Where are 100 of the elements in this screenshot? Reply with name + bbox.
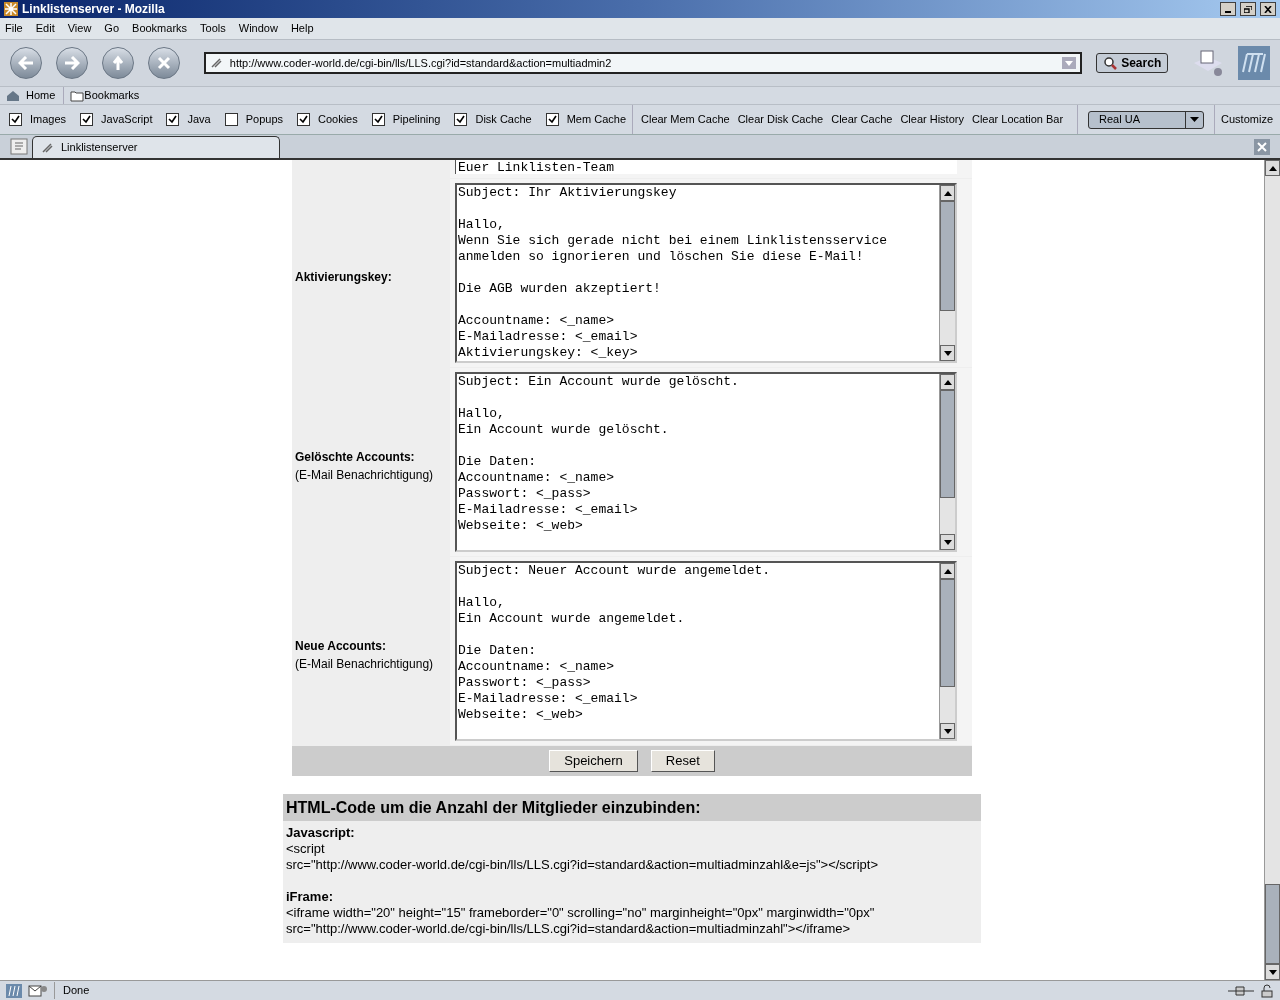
checkbox[interactable] xyxy=(545,113,559,126)
field-note: (E-Mail Benachrichtigung) xyxy=(295,467,435,484)
reset-button[interactable]: Reset xyxy=(650,750,715,772)
field-label: Gelöschte Accounts: xyxy=(295,449,416,466)
scroll-down-icon[interactable] xyxy=(943,728,952,734)
message-field[interactable]: Subject: Neuer Account wurde angemeldet. Hallo, Ein Account wurde angemeldet. Die Daten: Accountname: <_name> Passwort: <_pass> E-Mailadresse: <_email> Webseite: <_web> xyxy=(455,561,957,741)
page-icon xyxy=(209,57,222,69)
checkbox-label[interactable]: Popups xyxy=(245,111,283,128)
search-icon[interactable] xyxy=(1103,56,1118,70)
close-tab-icon[interactable] xyxy=(1254,139,1270,155)
field-label: Aktivierungskey: xyxy=(295,269,393,286)
browser-tab[interactable]: Linklistenserver xyxy=(32,136,280,158)
toolbar-button[interactable]: Clear Location Bar xyxy=(971,111,1064,128)
restore-button[interactable] xyxy=(1240,2,1256,16)
scroll-up-icon[interactable] xyxy=(943,379,952,385)
checkbox[interactable] xyxy=(454,113,468,126)
code-line: <iframe width="20" height="15" frameborder="0" scrolling="no" marginheight="0px" marginwidth="0px" xyxy=(286,905,876,921)
checkbox-label[interactable]: Pipelining xyxy=(392,111,441,128)
checkbox-label[interactable]: Mem Cache xyxy=(566,111,626,128)
scroll-up-icon[interactable] xyxy=(943,190,952,196)
customize-button[interactable]: Customize xyxy=(1221,111,1274,128)
section-header: HTML-Code um die Anzahl der Mitglieder einzubinden: xyxy=(283,794,981,821)
scroll-thumb[interactable] xyxy=(940,201,955,311)
checkbox-label[interactable]: Cookies xyxy=(318,111,358,128)
toolbar-button[interactable]: Clear Cache xyxy=(831,111,893,128)
code-heading: iFrame: xyxy=(286,889,334,905)
restore-icon[interactable] xyxy=(1244,5,1252,13)
home-icon[interactable] xyxy=(6,89,20,102)
search-button[interactable]: Search xyxy=(1096,53,1169,73)
code-line: src="http://www.coder-world.de/cgi-bin/lls/LLS.cgi?id=standard&action=multiadminzahl"></iframe> xyxy=(286,921,852,937)
home-link[interactable]: Home xyxy=(26,87,65,104)
checkbox[interactable] xyxy=(224,113,238,126)
checkbox[interactable] xyxy=(80,113,94,126)
scroll-up-icon[interactable] xyxy=(943,568,952,574)
forward-arrow-icon[interactable] xyxy=(63,56,80,70)
scroll-down-icon[interactable] xyxy=(943,350,952,356)
menu-item[interactable]: Go xyxy=(104,20,120,37)
lock-icon xyxy=(1260,983,1274,998)
field-note: (E-Mail Benachrichtigung) xyxy=(295,656,435,673)
checkbox-label[interactable]: JavaScript xyxy=(101,111,153,128)
checkbox[interactable] xyxy=(166,113,180,126)
close-button[interactable] xyxy=(1260,2,1276,16)
message-field[interactable]: Subject: Ihr Aktivierungskey Hallo, Wenn Sie sich gerade nicht bei einem Linklistensservice anmelden so ignorieren und löschen Sie diese E-Mail! Die AGB wurden akzeptiert! Accountname: <_name> E-Mailadresse: <_email> Aktivierungskey: <_key> xyxy=(455,183,957,363)
toolbar-button[interactable]: Clear Disk Cache xyxy=(737,111,824,128)
scroll-thumb[interactable] xyxy=(1265,884,1280,964)
menu-item[interactable]: View xyxy=(67,20,92,37)
address-text: http://www.coder-world.de/cgi-bin/lls/LLS.cgi?id=standard&action=multiadmin2 xyxy=(229,55,613,71)
menu-item[interactable]: Tools xyxy=(200,20,226,37)
connection-icon xyxy=(1228,984,1254,997)
close-icon[interactable] xyxy=(1264,5,1272,13)
printer-icon[interactable] xyxy=(1192,49,1225,77)
menu-item[interactable]: Edit xyxy=(35,20,55,37)
toolbar-button[interactable]: Clear History xyxy=(900,111,964,128)
minimize-button[interactable] xyxy=(1220,2,1236,16)
message-field[interactable]: Subject: Ein Account wurde gelöscht. Hallo, Ein Account wurde gelöscht. Die Daten: Accountname: <_name> Passwort: <_pass> E-Mailadresse: <_email> Webseite: <_web> xyxy=(455,372,957,552)
page-icon[interactable] xyxy=(41,141,53,154)
menu-item[interactable]: Window xyxy=(238,20,278,37)
scrollbar[interactable] xyxy=(939,563,955,739)
stop-button[interactable] xyxy=(147,47,180,79)
stop-icon[interactable] xyxy=(156,56,171,70)
reload-button[interactable] xyxy=(101,47,134,79)
logo-icon xyxy=(1238,46,1270,80)
scrollbar[interactable] xyxy=(939,374,955,550)
scroll-down-icon[interactable] xyxy=(1268,969,1277,975)
checkbox[interactable] xyxy=(9,113,22,126)
code-heading: Javascript: xyxy=(286,825,356,841)
scroll-down-icon[interactable] xyxy=(943,539,952,545)
scroll-up-icon[interactable] xyxy=(1268,165,1277,171)
checkbox[interactable] xyxy=(297,113,310,126)
folder-icon[interactable] xyxy=(70,89,85,102)
menu-item[interactable]: Bookmarks xyxy=(132,20,188,37)
back-arrow-icon[interactable] xyxy=(17,56,34,70)
message-field[interactable]: Euer Linklisten-Team xyxy=(455,160,957,174)
field-label: Neue Accounts: xyxy=(295,638,387,655)
checkbox-label[interactable]: Java xyxy=(187,111,211,128)
status-text: Done xyxy=(54,982,1222,999)
checkbox[interactable] xyxy=(371,113,385,126)
menu-item[interactable]: File xyxy=(5,20,23,37)
save-button[interactable]: Speichern xyxy=(549,750,638,772)
app-icon xyxy=(4,2,18,16)
bookmarks-link[interactable]: Bookmarks xyxy=(84,87,140,104)
address-field[interactable]: http://www.coder-world.de/cgi-bin/lls/LLS.cgi?id=standard&action=multiadmin2 xyxy=(203,52,1083,74)
caret-icon[interactable] xyxy=(1190,117,1200,122)
checkbox-label[interactable]: Images xyxy=(30,111,67,128)
scroll-thumb[interactable] xyxy=(940,390,955,498)
ua-select[interactable]: Real UA xyxy=(1088,110,1205,129)
code-line: src="http://www.coder-world.de/cgi-bin/lls/LLS.cgi?id=standard&action=multiadminzahl&e=js"></script> xyxy=(286,857,879,873)
toolbar-button[interactable]: Clear Mem Cache xyxy=(641,111,730,128)
page-scrollbar[interactable] xyxy=(1264,160,1280,980)
window-title: Linklistenserver - Mozilla xyxy=(22,1,166,18)
up-arrow-icon[interactable] xyxy=(110,55,125,71)
scrollbar[interactable] xyxy=(939,185,955,361)
checkbox-label[interactable]: Disk Cache xyxy=(475,111,532,128)
forward-button[interactable] xyxy=(55,47,88,79)
scroll-thumb[interactable] xyxy=(940,579,955,687)
back-button[interactable] xyxy=(10,47,42,79)
logo-icon[interactable] xyxy=(6,983,22,998)
code-line: <script xyxy=(286,841,326,857)
mail-icon[interactable] xyxy=(28,983,48,998)
menu-item[interactable]: Help xyxy=(290,20,314,37)
